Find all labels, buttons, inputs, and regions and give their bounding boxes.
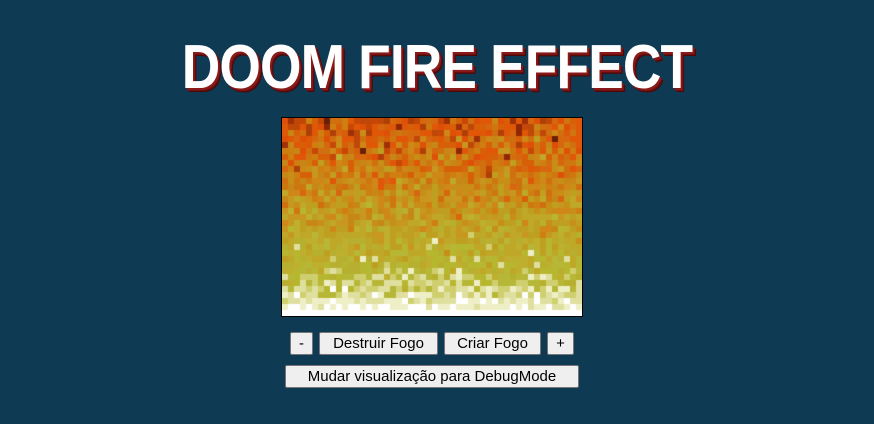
fire-canvas	[282, 118, 582, 316]
fire-canvas-frame	[281, 117, 583, 317]
create-fire-button[interactable]: Criar Fogo	[444, 332, 541, 355]
destroy-fire-button[interactable]: Destruir Fogo	[319, 332, 438, 355]
page-title: DOOM FIRE EFFECT	[181, 33, 693, 102]
toggle-debug-mode-button[interactable]: Mudar visualização para DebugMode	[285, 365, 579, 388]
decrease-wind-button[interactable]: -	[290, 332, 313, 355]
increase-wind-button[interactable]: +	[547, 332, 574, 355]
